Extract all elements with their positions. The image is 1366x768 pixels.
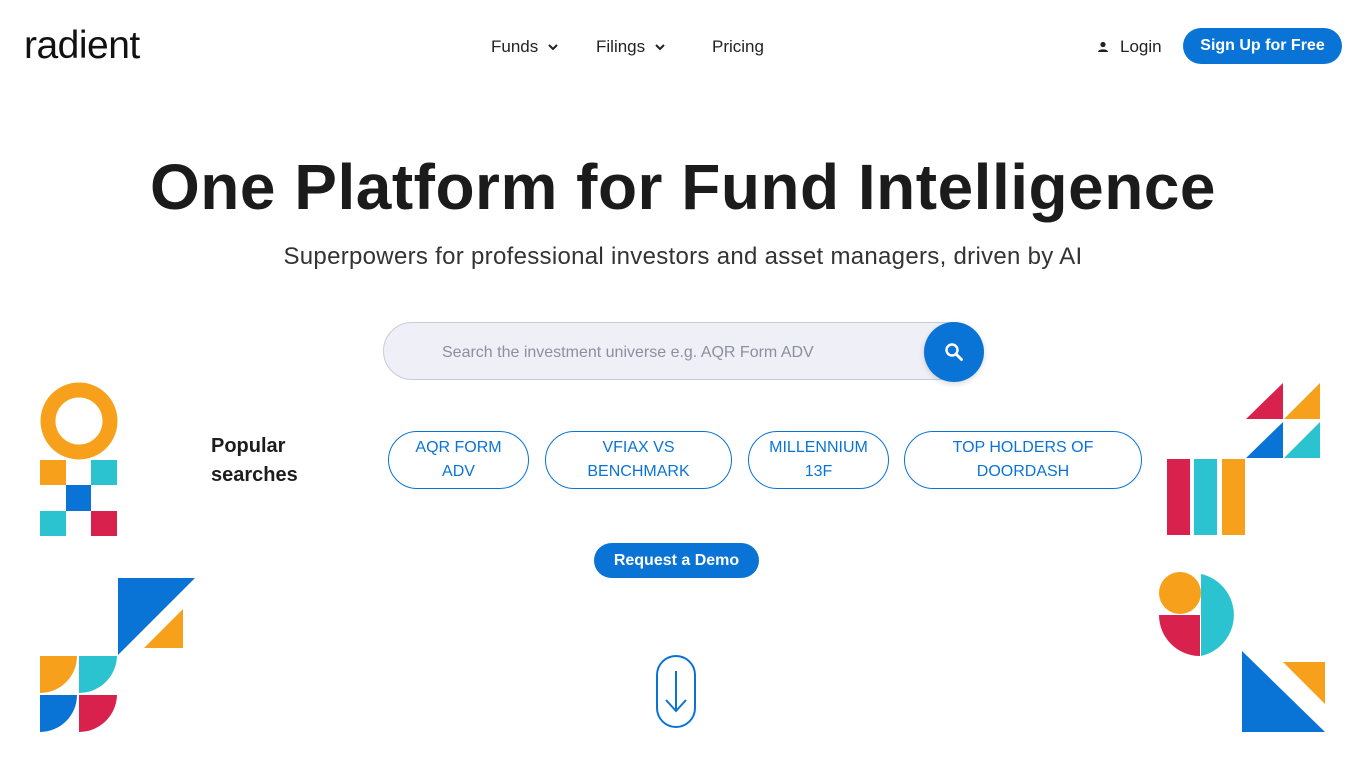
nav-pricing-label: Pricing xyxy=(712,37,764,56)
search-icon xyxy=(945,343,963,361)
login-link[interactable]: Login xyxy=(1096,34,1162,60)
signup-button[interactable]: Sign Up for Free xyxy=(1183,28,1342,64)
popular-searches-label: Popular searches xyxy=(211,435,298,486)
popular-search-chip[interactable]: TOP HOLDERS OF DOORDASH xyxy=(904,431,1142,489)
nav-filings-label: Filings xyxy=(596,37,646,56)
page-title: One Platform for Fund Intelligence xyxy=(150,151,1216,223)
search-input[interactable] xyxy=(440,336,914,370)
chevron-down-icon xyxy=(655,44,665,51)
nav-pricing[interactable]: Pricing xyxy=(712,34,764,60)
decorative-shapes-right xyxy=(1159,383,1325,732)
nav-funds-label: Funds xyxy=(491,37,539,56)
logo[interactable]: radient xyxy=(24,26,140,66)
arrow-down-icon[interactable] xyxy=(656,655,696,728)
chevron-down-icon xyxy=(548,44,558,51)
page-subtitle: Superpowers for professional investors a… xyxy=(283,243,1083,270)
logo-text: radient xyxy=(24,24,140,67)
decorative-shapes-left xyxy=(40,382,195,732)
popular-search-chip[interactable]: AQR FORM ADV xyxy=(388,431,529,489)
login-label: Login xyxy=(1120,37,1162,56)
nav-funds[interactable]: Funds xyxy=(491,34,560,60)
popular-search-chip[interactable]: MILLENNIUM 13F xyxy=(748,431,889,489)
search-button[interactable] xyxy=(924,322,984,382)
user-icon xyxy=(1098,41,1108,52)
nav-filings[interactable]: Filings xyxy=(596,34,667,60)
popular-search-chip[interactable]: VFIAX VS BENCHMARK xyxy=(545,431,732,489)
request-demo-button[interactable]: Request a Demo xyxy=(594,543,759,578)
